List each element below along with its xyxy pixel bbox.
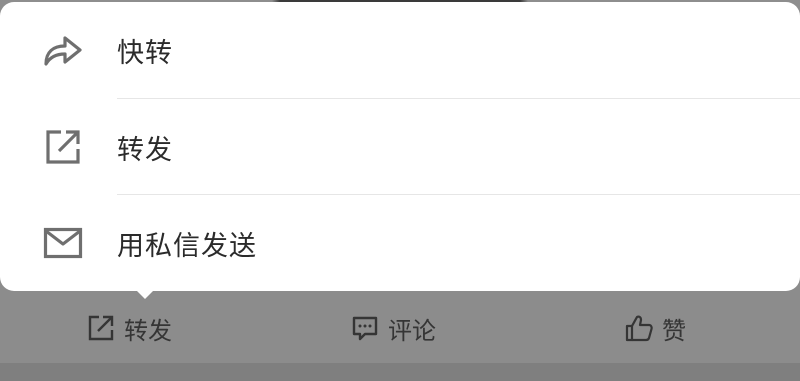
like-label: 赞	[662, 316, 686, 345]
repost-button[interactable]: 转发	[86, 308, 172, 348]
menu-item-label: 转发	[117, 134, 173, 166]
bottom-band	[0, 363, 800, 381]
comment-button[interactable]: 评论	[350, 308, 436, 348]
share-popup-menu: 快转 转发 用私信发送	[0, 2, 800, 291]
menu-item-repost[interactable]: 转发	[0, 99, 800, 195]
external-share-icon	[42, 126, 84, 168]
share-arrow-icon	[42, 29, 84, 71]
comment-label: 评论	[388, 316, 436, 345]
repost-label: 转发	[124, 316, 172, 345]
menu-item-label: 快转	[117, 37, 173, 69]
menu-item-quick-repost[interactable]: 快转	[0, 2, 800, 98]
menu-item-send-private-message[interactable]: 用私信发送	[0, 195, 800, 291]
external-share-icon	[86, 313, 116, 343]
comment-icon	[350, 313, 380, 343]
like-button[interactable]: 赞	[624, 308, 686, 348]
thumbs-up-icon	[624, 313, 654, 343]
popup-pointer	[132, 286, 158, 299]
post-action-bar: 转发 评论 赞	[0, 300, 800, 360]
menu-item-label: 用私信发送	[117, 230, 257, 262]
envelope-icon	[42, 222, 84, 264]
